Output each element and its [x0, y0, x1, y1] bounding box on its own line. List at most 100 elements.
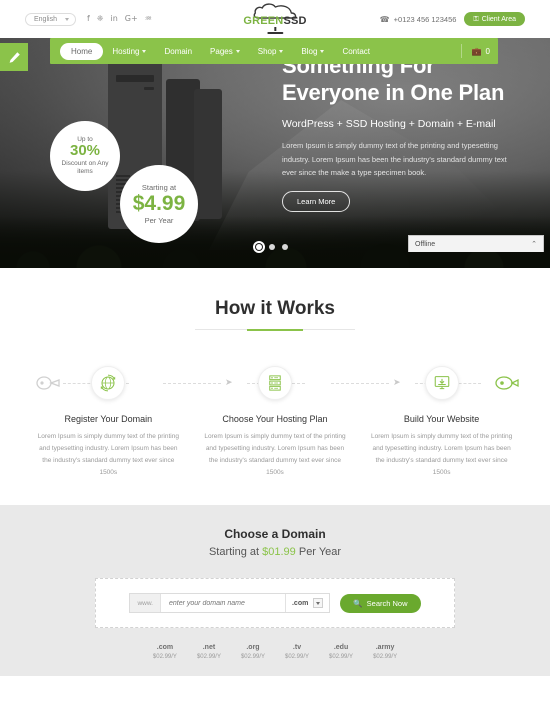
domain-search-group: www. .com — [129, 593, 331, 614]
tld-price-item[interactable]: .net $02.99/Y — [197, 644, 221, 660]
logo-green-text: GREEN — [243, 15, 284, 27]
domain-search-input[interactable] — [160, 594, 285, 613]
client-area-label: Client Area — [481, 15, 516, 23]
nav-label: Home — [71, 46, 93, 56]
step-icon-circle — [91, 366, 126, 400]
nav-label: Domain — [164, 46, 193, 56]
lock-icon: ⚿ — [473, 15, 479, 23]
nav-item-contact[interactable]: Contact — [333, 43, 379, 60]
slider-dot-3[interactable] — [282, 244, 288, 250]
server-led — [144, 87, 154, 90]
cart-icon: 💼 — [471, 46, 482, 56]
tld-name: .edu — [333, 644, 349, 652]
cart-button[interactable]: 💼 0 — [460, 44, 490, 58]
discount-badge: Up to 30% Discount on Any items — [50, 121, 120, 191]
language-selector[interactable]: English — [25, 12, 76, 26]
step-text: Lorem Ipsum is simply dummy text of the … — [37, 433, 179, 477]
top-bar: English f ❈ in G+ ♒ ☎ +0123 456 123456 ⚿ — [0, 0, 550, 38]
connector-arrow-1: ➤ — [225, 377, 233, 387]
tld-price: $02.99/Y — [196, 654, 221, 661]
hero-subtitle: WordPress + SSD Hosting + Domain + E-mai… — [282, 117, 496, 130]
nav-item-pages[interactable]: Pages — [201, 43, 249, 60]
subtitle-price: $01.99 — [262, 546, 296, 559]
rss-icon[interactable]: ♒ — [145, 15, 152, 23]
steps-row: ➤ ➤ Register Your Domain Lorem Ipsum is … — [25, 366, 525, 479]
price-badge-top: Starting at — [141, 182, 177, 192]
nav-item-home[interactable]: Home — [60, 42, 104, 60]
slider-dot-2[interactable] — [269, 244, 275, 250]
choose-domain-section: Choose a Domain Starting at $01.99 Per Y… — [0, 505, 550, 677]
search-now-label: Search Now — [366, 598, 408, 608]
server-rack-icon — [269, 375, 281, 391]
nav-item-domain[interactable]: Domain — [155, 43, 201, 60]
how-it-works-section: How it Works ➤ ➤ Register Your Domain Lo… — [0, 268, 550, 506]
step-icon-circle — [424, 366, 459, 400]
site-logo[interactable]: GREENSSD — [243, 2, 306, 34]
client-area-button[interactable]: ⚿ Client Area — [464, 12, 525, 26]
phone-number: +0123 456 123456 — [393, 14, 457, 24]
price-badge-value: $4.99 — [132, 191, 186, 215]
monitor-download-icon — [434, 376, 449, 390]
price-badge-bottom: Per Year — [144, 216, 174, 226]
learn-more-button[interactable]: Learn More — [282, 191, 351, 213]
logo-stem — [274, 27, 276, 31]
connector-arrow-2: ➤ — [393, 377, 401, 387]
tld-price: $02.99/Y — [285, 654, 310, 661]
tld-name: .org — [246, 644, 260, 652]
discount-badge-value: 30% — [69, 142, 101, 160]
logo-stand — [267, 32, 283, 34]
tld-price-item[interactable]: .tv $02.99/Y — [285, 644, 309, 660]
slider-dots — [256, 244, 288, 250]
cart-count: 0 — [485, 46, 490, 56]
section-divider — [195, 329, 355, 330]
linkedin-icon[interactable]: in — [111, 15, 118, 23]
facebook-icon[interactable]: f — [87, 15, 90, 23]
server-back-2 — [194, 89, 222, 219]
tld-price-item[interactable]: .org $02.99/Y — [241, 644, 265, 660]
logo-dark-text: SSD — [283, 15, 307, 27]
tld-name: .com — [156, 644, 174, 652]
tld-name: .tv — [292, 644, 302, 652]
tld-price: $02.99/Y — [373, 654, 398, 661]
tld-price: $02.99/Y — [240, 654, 265, 661]
nav-label: Pages — [210, 46, 233, 56]
search-now-button[interactable]: 🔍 Search Now — [340, 593, 421, 613]
nav-label: Shop — [257, 46, 277, 56]
twitter-icon[interactable]: ❈ — [97, 15, 104, 23]
domain-section-subtitle: Starting at $01.99 Per Year — [0, 546, 550, 558]
tld-price-item[interactable]: .edu $02.99/Y — [329, 644, 353, 660]
nav-label: Hosting — [112, 46, 140, 56]
nav-item-blog[interactable]: Blog — [292, 43, 333, 60]
step-title: Register Your Domain — [64, 414, 153, 424]
edit-page-tab[interactable] — [0, 43, 28, 71]
step-title: Build Your Website — [403, 414, 480, 424]
support-phone: ☎ +0123 456 123456 — [380, 15, 457, 24]
nav-item-hosting[interactable]: Hosting — [103, 43, 155, 60]
www-prefix-label: www. — [130, 594, 161, 613]
social-links: f ❈ in G+ ♒ — [87, 15, 152, 23]
tld-price-list: .com $02.99/Y .net $02.99/Y .org $02.99/… — [0, 644, 550, 660]
domain-section-title: Choose a Domain — [224, 527, 326, 542]
nav-label: Blog — [301, 46, 318, 56]
nav-item-shop[interactable]: Shop — [249, 43, 293, 60]
chevron-down-icon — [320, 49, 325, 53]
step-icon-circle — [257, 366, 292, 400]
chat-status-label: Offline — [415, 240, 436, 248]
subtitle-prefix: Starting at — [208, 546, 263, 559]
server-slot — [116, 75, 154, 82]
tld-price-item[interactable]: .army $02.99/Y — [373, 644, 397, 660]
domain-search-card: www. .com 🔍 Search Now — [95, 578, 455, 629]
tld-price-item[interactable]: .com $02.99/Y — [153, 644, 177, 660]
tld-name: .net — [202, 644, 216, 652]
pencil-icon — [9, 51, 20, 63]
main-nav: Home Hosting Domain Pages Shop Blog Cont… — [50, 38, 498, 64]
step-text: Lorem Ipsum is simply dummy text of the … — [204, 433, 346, 477]
googleplus-icon[interactable]: G+ — [125, 15, 138, 23]
subtitle-suffix: Per Year — [295, 546, 342, 559]
nav-label: Contact — [342, 46, 371, 56]
globe-refresh-icon — [101, 374, 116, 392]
tld-select[interactable]: .com — [284, 594, 330, 613]
slider-dot-1[interactable] — [256, 244, 262, 250]
chat-widget-bar[interactable]: Offline ⌃ — [408, 235, 544, 252]
tld-price: $02.99/Y — [152, 654, 177, 661]
